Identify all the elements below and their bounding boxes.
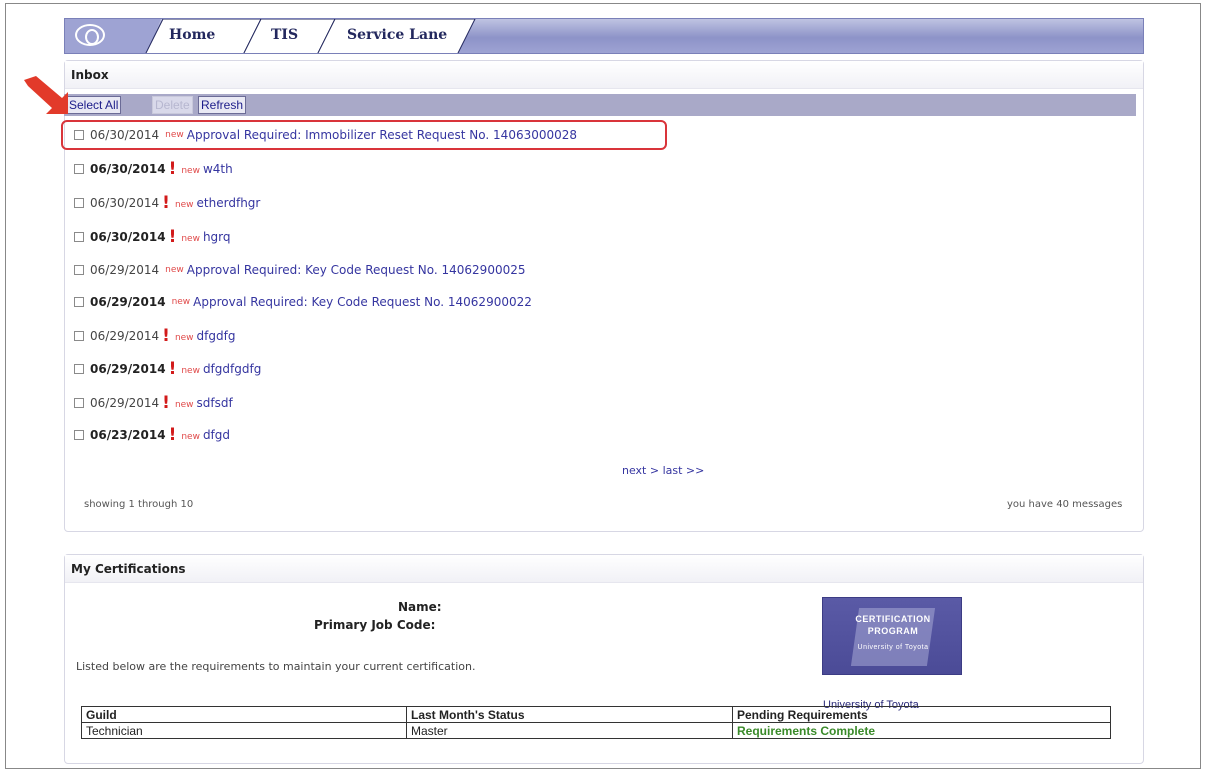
badge-line-1: CERTIFICATION xyxy=(855,614,931,624)
message-date: 06/29/2014 xyxy=(90,263,160,277)
message-checkbox[interactable] xyxy=(74,164,84,174)
inbox-title: Inbox xyxy=(65,61,1143,89)
message-checkbox[interactable] xyxy=(74,297,84,307)
new-badge: new xyxy=(174,200,194,210)
message-subject-link[interactable]: Approval Required: Key Code Request No. … xyxy=(187,263,526,277)
new-badge: new xyxy=(181,366,200,376)
important-icon: ! xyxy=(162,326,170,346)
name-label: Name: xyxy=(398,600,442,614)
message-row[interactable]: 06/30/2014 ! new etherdfhgr xyxy=(74,192,260,214)
red-arrow-icon xyxy=(24,76,68,114)
portal: Home TIS Service Lane Inbox Select All D… xyxy=(24,18,1146,766)
message-checkbox[interactable] xyxy=(74,364,84,374)
message-checkbox[interactable] xyxy=(74,130,84,140)
message-row[interactable]: 06/29/2014 new Approval Required: Key Co… xyxy=(74,291,532,313)
message-row[interactable]: 06/30/2014 new Approval Required: Immobi… xyxy=(74,124,577,146)
message-subject-link[interactable]: dfgdfgdfg xyxy=(203,362,261,376)
table-row: Technician Master Requirements Complete xyxy=(81,722,1111,739)
important-icon: ! xyxy=(162,393,170,413)
tab-service-lane[interactable]: Service Lane xyxy=(347,27,447,43)
message-row[interactable]: 06/29/2014 ! new sdfsdf xyxy=(74,392,233,414)
important-icon: ! xyxy=(168,227,177,247)
new-badge: new xyxy=(165,130,184,140)
important-icon: ! xyxy=(162,193,170,213)
message-row[interactable]: 06/29/2014 ! new dfgdfgdfg xyxy=(74,358,261,380)
new-badge: new xyxy=(174,333,194,343)
column-header: Guild xyxy=(81,706,407,723)
new-badge: new xyxy=(181,166,200,176)
message-date: 06/30/2014 xyxy=(90,230,166,244)
message-subject-link[interactable]: dfgd xyxy=(203,428,230,442)
status-cell: Master xyxy=(406,722,733,739)
message-row[interactable]: 06/23/2014 ! new dfgd xyxy=(74,424,230,446)
job-code-label: Primary Job Code: xyxy=(314,618,436,632)
certification-program-logo: CERTIFICATION PROGRAM University of Toyo… xyxy=(822,597,962,675)
message-row[interactable]: 06/30/2014 ! new w4th xyxy=(74,158,233,180)
message-checkbox[interactable] xyxy=(74,331,84,341)
toyota-logo-icon[interactable] xyxy=(75,24,105,46)
important-icon: ! xyxy=(168,359,177,379)
message-date: 06/30/2014 xyxy=(90,128,160,142)
pagination-link[interactable]: next > last >> xyxy=(622,464,704,477)
message-row[interactable]: 06/29/2014 new Approval Required: Key Co… xyxy=(74,259,526,281)
message-subject-link[interactable]: etherdfhgr xyxy=(197,196,261,210)
tab-shapes xyxy=(65,19,476,53)
message-subject-link[interactable]: Approval Required: Key Code Request No. … xyxy=(193,295,532,309)
message-row[interactable]: 06/29/2014 ! new dfgdfg xyxy=(74,325,235,347)
message-subject-link[interactable]: sdfsdf xyxy=(197,396,233,410)
message-date: 06/29/2014 xyxy=(90,295,166,309)
pending-requirements-cell: Requirements Complete xyxy=(732,722,1111,739)
message-date: 06/30/2014 xyxy=(90,196,160,210)
tab-home[interactable]: Home xyxy=(169,27,215,43)
tab-tis[interactable]: TIS xyxy=(271,27,298,43)
message-checkbox[interactable] xyxy=(74,398,84,408)
message-date: 06/29/2014 xyxy=(90,362,166,376)
badge-line-3: University of Toyota xyxy=(857,644,929,651)
message-checkbox[interactable] xyxy=(74,430,84,440)
important-icon: ! xyxy=(168,159,177,179)
message-checkbox[interactable] xyxy=(74,198,84,208)
new-badge: new xyxy=(171,297,191,307)
new-badge: new xyxy=(181,432,200,442)
new-badge: new xyxy=(174,400,194,410)
column-header: Pending Requirements xyxy=(732,706,1111,723)
top-tab-bar: Home TIS Service Lane xyxy=(64,18,1144,54)
showing-range: showing 1 through 10 xyxy=(84,499,194,510)
new-badge: new xyxy=(165,265,184,275)
new-badge: new xyxy=(181,234,200,244)
refresh-button[interactable]: Refresh xyxy=(198,96,247,114)
message-date: 06/29/2014 xyxy=(90,396,160,410)
table-header-row: Guild Last Month's Status Pending Requir… xyxy=(81,706,1111,723)
message-checkbox[interactable] xyxy=(74,232,84,242)
message-subject-link[interactable]: Approval Required: Immobilizer Reset Req… xyxy=(187,128,577,142)
message-date: 06/29/2014 xyxy=(90,329,160,343)
delete-button[interactable]: Delete xyxy=(152,96,193,114)
column-header: Last Month's Status xyxy=(406,706,733,723)
select-all-button[interactable]: Select All xyxy=(66,96,122,114)
certifications-title: My Certifications xyxy=(65,555,1143,583)
message-subject-link[interactable]: hgrq xyxy=(203,230,231,244)
message-subject-link[interactable]: w4th xyxy=(203,162,233,176)
certification-table: Guild Last Month's Status Pending Requir… xyxy=(81,706,1111,739)
message-date: 06/30/2014 xyxy=(90,162,166,176)
badge-line-2: PROGRAM xyxy=(867,626,919,636)
message-row[interactable]: 06/30/2014 ! new hgrq xyxy=(74,226,231,248)
message-date: 06/23/2014 xyxy=(90,428,166,442)
certification-note: Listed below are the requirements to mai… xyxy=(76,660,476,673)
important-icon: ! xyxy=(168,425,177,445)
guild-cell: Technician xyxy=(81,722,407,739)
inbox-toolbar: Select All Delete Refresh xyxy=(64,94,1136,116)
message-checkbox[interactable] xyxy=(74,265,84,275)
message-count: you have 40 messages xyxy=(1007,499,1123,510)
message-subject-link[interactable]: dfgdfg xyxy=(197,329,236,343)
